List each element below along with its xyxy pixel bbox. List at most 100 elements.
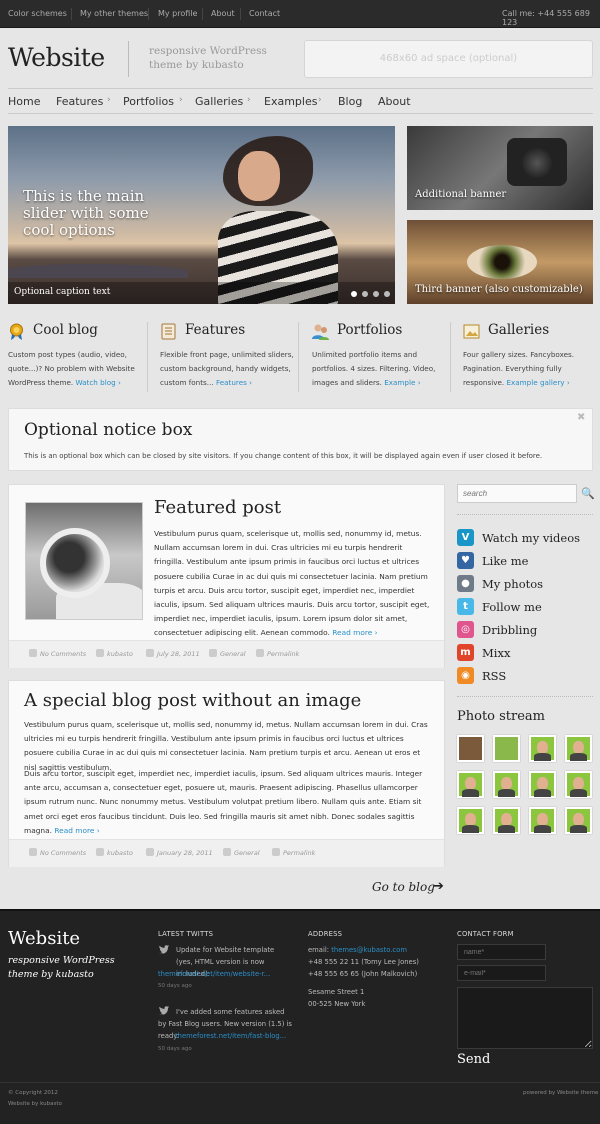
nav-item-about[interactable]: About: [378, 95, 411, 108]
twitts-heading: LATEST TWITTS: [158, 930, 214, 938]
topbar-link-other-themes[interactable]: My other themes: [80, 9, 148, 18]
feature-divider: [298, 322, 299, 392]
post-date: July 28, 2011: [157, 650, 200, 658]
post-category[interactable]: General: [234, 849, 260, 857]
nav-item-blog[interactable]: Blog: [338, 95, 362, 108]
sidebar-divider: [457, 696, 593, 697]
slider-dot[interactable]: [351, 291, 357, 297]
twitter-icon: t: [457, 598, 474, 615]
send-button[interactable]: Send: [457, 1052, 490, 1067]
social-link-mixx[interactable]: m Mixx: [457, 644, 593, 661]
search-input[interactable]: [457, 484, 577, 503]
email-link[interactable]: themes@kubasto.com: [331, 946, 407, 954]
feature-link[interactable]: Watch blog ›: [75, 378, 120, 387]
post-permalink[interactable]: Permalink: [283, 849, 315, 857]
twitt-link-anchor[interactable]: themeforest.net/item/fast-blog...: [175, 1032, 286, 1040]
photo-thumbnail[interactable]: [529, 735, 556, 762]
post-permalink[interactable]: Permalink: [267, 650, 299, 658]
slider-dot[interactable]: [384, 291, 390, 297]
post-category[interactable]: General: [220, 650, 246, 658]
feature-link[interactable]: Example ›: [384, 378, 420, 387]
photo-thumbnail[interactable]: [529, 807, 556, 834]
topbar-link-contact[interactable]: Contact: [249, 9, 280, 18]
photo-thumbnail[interactable]: [493, 735, 520, 762]
address-street: Sesame Street 1: [308, 988, 365, 996]
slider-image-hill: [8, 264, 188, 278]
slider-image-face: [238, 151, 280, 201]
social-link-facebook[interactable]: ♥ Like me: [457, 552, 593, 569]
feature-title: Cool blog: [33, 322, 98, 338]
nav-item-examples[interactable]: Examples: [264, 95, 317, 108]
post-author[interactable]: kubasto: [107, 849, 133, 857]
top-bar: Color schemes My other themes My profile…: [0, 0, 600, 28]
shirt-image: [534, 825, 551, 833]
post-meta: No Comments kubasto July 28, 2011 Genera…: [9, 640, 444, 668]
social-link-twitter[interactable]: t Follow me: [457, 598, 593, 615]
ribbon-icon: [10, 323, 23, 340]
additional-banner[interactable]: Additional banner: [407, 126, 593, 210]
ad-space[interactable]: 468x60 ad space (optional): [304, 40, 593, 78]
comment-icon: [29, 848, 37, 856]
social-link-rss[interactable]: ◉ RSS: [457, 667, 593, 684]
feature-link[interactable]: Example gallery ›: [506, 378, 569, 387]
eye-image: [467, 245, 537, 279]
photo-thumbnail[interactable]: [457, 735, 484, 762]
go-to-blog-link[interactable]: Go to blog: [372, 880, 435, 894]
photo-thumbnail[interactable]: [457, 771, 484, 798]
search-icon[interactable]: 🔍: [581, 487, 595, 500]
nav-item-home[interactable]: Home: [8, 95, 40, 108]
photo-thumbnail[interactable]: [565, 807, 592, 834]
topbar-link-profile[interactable]: My profile: [158, 9, 197, 18]
social-link-dribbble[interactable]: ◎ Dribbling: [457, 621, 593, 638]
feature-link[interactable]: Features ›: [216, 378, 252, 387]
post-title[interactable]: A special blog post without an image: [24, 690, 361, 711]
social-label: Follow me: [482, 600, 542, 614]
close-icon[interactable]: ✖: [577, 412, 585, 423]
name-field[interactable]: [457, 944, 546, 960]
photo-thumbnail[interactable]: [529, 771, 556, 798]
third-banner[interactable]: Third banner (also customizable): [407, 220, 593, 304]
slider-dot[interactable]: [373, 291, 379, 297]
site-logo[interactable]: Website: [8, 43, 105, 72]
chevron-right-icon: ›: [179, 95, 183, 105]
post-paragraph: Vestibulum purus quam, scelerisque ut, m…: [154, 529, 430, 638]
photo-thumbnail[interactable]: [565, 771, 592, 798]
user-icon: [96, 848, 104, 856]
read-more-link[interactable]: Read more ›: [332, 628, 377, 637]
arrow-right-icon[interactable]: ➔: [433, 879, 444, 894]
topbar-link-about[interactable]: About: [211, 9, 235, 18]
social-link-vimeo[interactable]: V Watch my videos: [457, 529, 593, 546]
message-field[interactable]: [457, 987, 593, 1049]
arrow-icon: [272, 848, 280, 856]
slider-dot[interactable]: [362, 291, 368, 297]
email-field[interactable]: [457, 965, 546, 981]
post-comments[interactable]: No Comments: [40, 849, 86, 857]
social-label: RSS: [482, 669, 507, 683]
footer-divider: [0, 1082, 600, 1083]
read-more-link[interactable]: Read more ›: [54, 826, 99, 835]
post-thumbnail[interactable]: [25, 502, 143, 620]
blog-post: A special blog post without an image Ves…: [8, 680, 445, 867]
main-nav: Home Features › Portfolios › Galleries ›…: [8, 88, 593, 114]
twitt-link-anchor[interactable]: themeforest.net/item/website-r...: [158, 970, 270, 978]
nav-item-galleries[interactable]: Galleries: [195, 95, 243, 108]
topbar-separator: [71, 8, 72, 20]
post-title[interactable]: Featured post: [154, 497, 281, 518]
topbar-call-text: Call me: +44 555 689 123: [502, 9, 590, 27]
social-link-flickr[interactable]: ● My photos: [457, 575, 593, 592]
third-banner-caption: Third banner (also customizable): [415, 284, 583, 295]
main-slider[interactable]: This is the main slider with some cool o…: [8, 126, 395, 304]
topbar-link-color-schemes[interactable]: Color schemes: [8, 9, 67, 18]
post-author[interactable]: kubasto: [107, 650, 133, 658]
nav-item-features[interactable]: Features: [56, 95, 103, 108]
post-excerpt: Vestibulum purus quam, scelerisque ut, m…: [154, 527, 434, 641]
address-phone-1: +48 555 22 11 (Tomy Lee Jones): [308, 958, 419, 966]
photo-thumbnail[interactable]: [493, 771, 520, 798]
photo-thumbnail[interactable]: [457, 807, 484, 834]
photo-thumbnail[interactable]: [565, 735, 592, 762]
post-comments[interactable]: No Comments: [40, 650, 86, 658]
clock-icon: [146, 649, 154, 657]
photo-thumbnail[interactable]: [493, 807, 520, 834]
nav-item-portfolios[interactable]: Portfolios: [123, 95, 174, 108]
footer-logo[interactable]: Website: [8, 928, 80, 949]
